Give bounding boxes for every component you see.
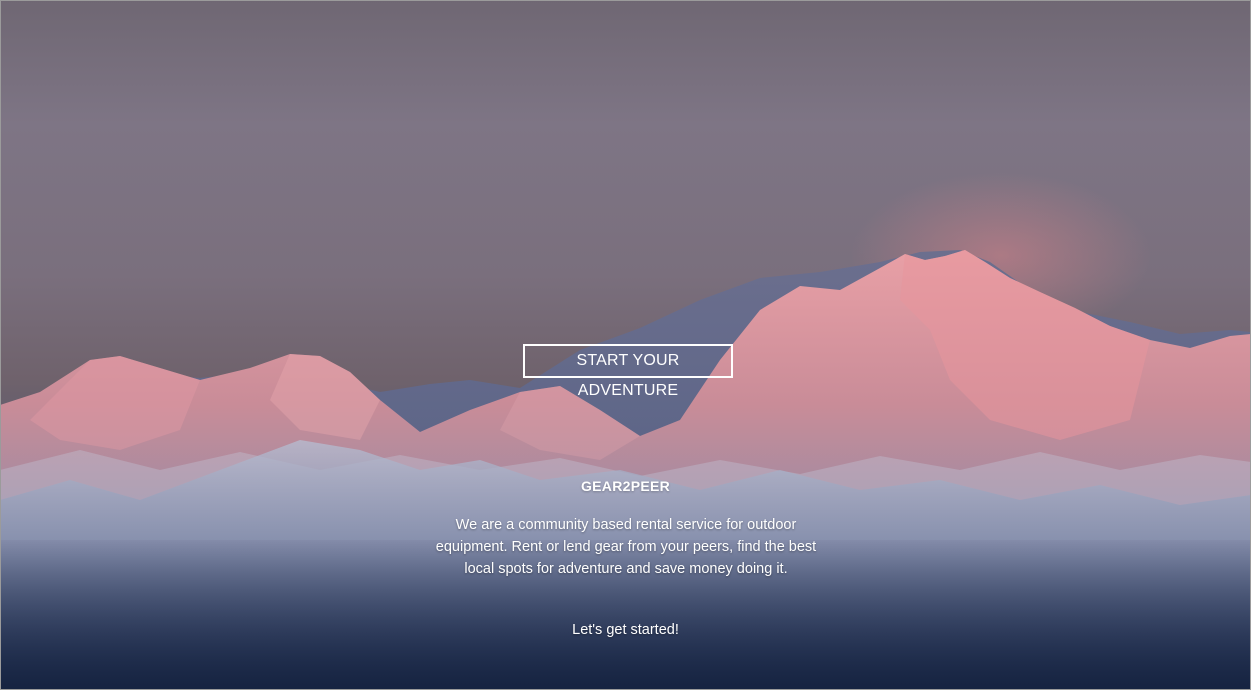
start-adventure-button[interactable]: START YOUR ADVENTURE <box>523 344 733 399</box>
brand-description: We are a community based rental service … <box>435 517 817 577</box>
get-started-link[interactable]: Let's get started! <box>0 622 1251 638</box>
brand-name: GEAR2PEER <box>580 478 671 494</box>
